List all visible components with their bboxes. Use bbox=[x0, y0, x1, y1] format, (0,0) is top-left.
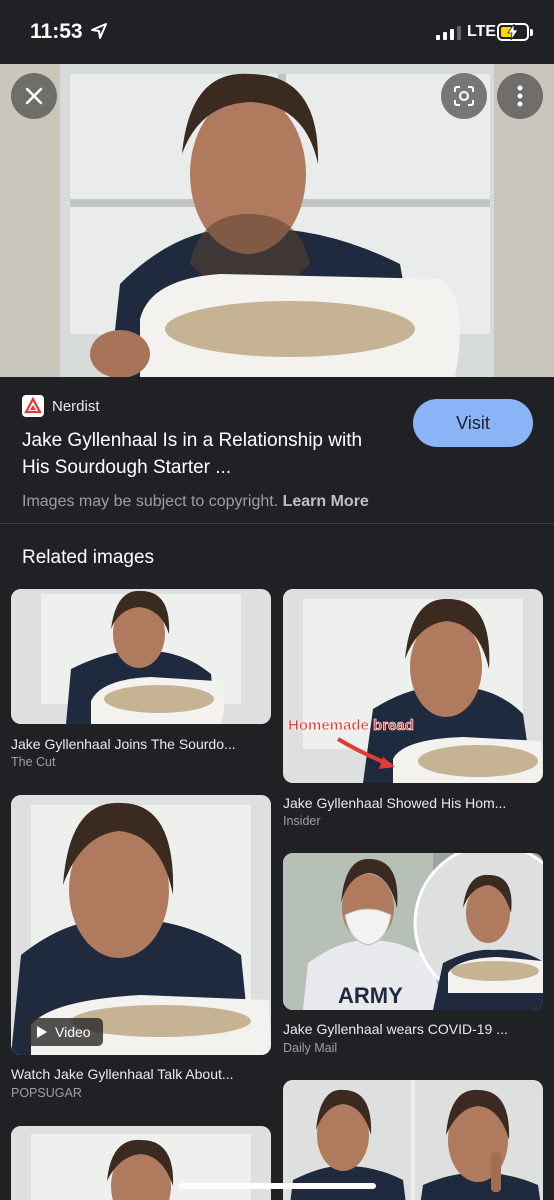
related-source-2: Insider bbox=[283, 814, 321, 828]
related-caption-1[interactable]: Jake Gyllenhaal Joins The Sourdo... bbox=[11, 736, 236, 752]
learn-more-link[interactable]: Learn More bbox=[283, 493, 369, 510]
copyright-notice: Images may be subject to copyright. Lear… bbox=[22, 493, 369, 510]
image-title[interactable]: Jake Gyllenhaal Is in a Relationship wit… bbox=[22, 427, 402, 481]
network-type: LTE bbox=[467, 23, 497, 40]
related-source-1: The Cut bbox=[11, 755, 56, 769]
close-button[interactable] bbox=[11, 73, 57, 119]
cellular-signal-icon bbox=[436, 26, 461, 40]
visit-button[interactable]: Visit bbox=[413, 399, 533, 447]
homemade-bread-label: Homemade bread bbox=[288, 717, 414, 735]
related-source-3: POPSUGAR bbox=[11, 1086, 82, 1100]
nerdist-logo-icon bbox=[22, 395, 44, 417]
home-indicator[interactable] bbox=[178, 1183, 376, 1189]
more-options-button[interactable] bbox=[497, 73, 543, 119]
status-time: 11:53 bbox=[30, 20, 83, 43]
svg-text:ARMY: ARMY bbox=[338, 983, 403, 1008]
more-vert-icon bbox=[517, 85, 523, 107]
lens-icon bbox=[454, 86, 474, 106]
related-image-2[interactable]: Homemade bread bbox=[283, 589, 543, 783]
lens-search-button[interactable] bbox=[441, 73, 487, 119]
battery-icon bbox=[497, 23, 533, 41]
source-name: Nerdist bbox=[52, 397, 100, 415]
source-row[interactable]: Nerdist bbox=[22, 395, 100, 417]
location-arrow-icon bbox=[91, 23, 107, 39]
related-image-3[interactable] bbox=[11, 795, 271, 1055]
related-images-heading: Related images bbox=[22, 547, 155, 568]
close-icon bbox=[25, 87, 43, 105]
related-image-4[interactable]: ARMY bbox=[283, 853, 543, 1010]
related-caption-3[interactable]: Watch Jake Gyllenhaal Talk About... bbox=[11, 1066, 234, 1082]
divider bbox=[0, 523, 554, 524]
related-image-1[interactable] bbox=[11, 589, 271, 724]
related-source-4: Daily Mail bbox=[283, 1041, 338, 1055]
video-badge: Video bbox=[25, 1018, 103, 1046]
play-icon bbox=[37, 1026, 47, 1038]
related-caption-2[interactable]: Jake Gyllenhaal Showed His Hom... bbox=[283, 795, 506, 811]
related-caption-4[interactable]: Jake Gyllenhaal wears COVID-19 ... bbox=[283, 1021, 508, 1037]
related-image-6[interactable] bbox=[283, 1080, 543, 1200]
status-bar: 11:53 LTE bbox=[0, 0, 554, 64]
